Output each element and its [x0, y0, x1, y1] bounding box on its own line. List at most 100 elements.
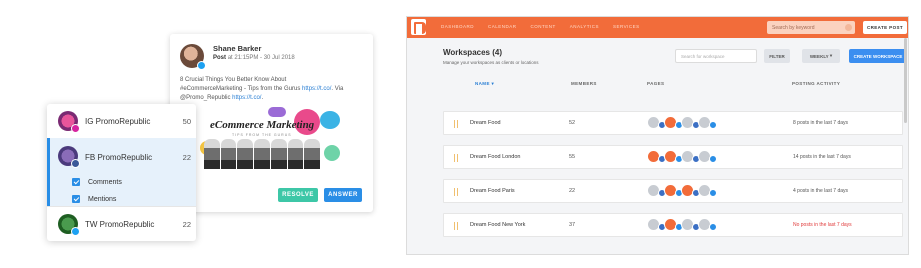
- column-header-members[interactable]: MEMBERS: [571, 81, 597, 86]
- workspace-members: 55: [569, 154, 576, 160]
- checkbox-checked-icon[interactable]: [72, 178, 80, 186]
- post-header: Shane Barker Post at 21:15PM - 30 Jul 20…: [180, 44, 295, 70]
- person-photo: [254, 139, 270, 169]
- answer-button[interactable]: ANSWER: [324, 188, 362, 202]
- page-title: Workspaces (4): [443, 48, 502, 57]
- post-link-2[interactable]: https://t.co/: [232, 95, 261, 101]
- resolve-button[interactable]: RESOLVE: [278, 188, 318, 202]
- column-header-activity[interactable]: POSTING ACTIVITY: [792, 81, 840, 86]
- promorepublic-logo-icon[interactable]: [411, 19, 426, 35]
- workspace-members: 22: [569, 188, 576, 194]
- person-photo: [270, 139, 287, 169]
- post-text-line1: 8 Crucial Things You Better Know About: [180, 77, 287, 83]
- person-photo: [237, 139, 254, 169]
- post-hashtag-text: #eCommerceMarketing - Tips from the Guru…: [180, 86, 303, 92]
- twitter-icon: [709, 223, 717, 231]
- person-photo: [220, 139, 237, 169]
- option-label: Comments: [88, 178, 122, 186]
- drag-handle-icon[interactable]: [454, 120, 460, 128]
- post-status: Post: [213, 55, 227, 61]
- twitter-icon: [709, 155, 717, 163]
- create-post-button[interactable]: CREATE POST: [863, 21, 907, 34]
- author-avatar[interactable]: [180, 44, 206, 70]
- workspace-pages: [647, 116, 717, 129]
- scrollbar[interactable]: [904, 38, 907, 123]
- drag-handle-icon[interactable]: [454, 154, 460, 162]
- post-subline: Post at 21:15PM - 30 Jul 2018: [213, 54, 295, 63]
- nav-services[interactable]: SERVICES: [613, 24, 640, 29]
- post-link-1[interactable]: https://t.co/: [302, 86, 331, 92]
- posting-activity: No posts in the last 7 days: [793, 222, 852, 228]
- period-select[interactable]: WEEKLY ▾: [802, 49, 840, 63]
- image-title: eCommerce Marketing: [210, 119, 315, 131]
- workspace-search-input[interactable]: Search for workspace: [675, 49, 757, 63]
- instagram-icon: [71, 124, 80, 133]
- decor-blob: [268, 107, 286, 117]
- option-label: Mentions: [88, 195, 117, 203]
- post-datetime: at 21:15PM - 30 Jul 2018: [227, 55, 295, 61]
- workspace-members: 37: [569, 222, 576, 228]
- twitter-icon: [709, 121, 717, 129]
- post-mention[interactable]: @Promo_Republic: [180, 95, 232, 101]
- posting-activity: 4 posts in the last 7 days: [793, 188, 849, 194]
- workspace-name[interactable]: Dream Food London: [470, 154, 520, 160]
- workspace-pages: [647, 218, 717, 231]
- nav-analytics[interactable]: ANALYTICS: [570, 24, 599, 29]
- post-image[interactable]: eCommerce Marketing TIPS FROM THE GURUS: [198, 105, 340, 202]
- table-row[interactable]: Dream Food Paris 22 4 posts in the last …: [443, 179, 903, 203]
- accounts-panel: IG PromoRepublic 50 FB PromoRepublic 22 …: [47, 104, 196, 241]
- image-people: [204, 139, 321, 169]
- column-header-name[interactable]: NAME ▾: [475, 81, 494, 87]
- account-name: TW PromoRepublic: [85, 220, 155, 229]
- account-name: IG PromoRepublic: [85, 117, 151, 126]
- twitter-icon: [197, 61, 206, 70]
- account-avatar: [58, 111, 80, 133]
- account-item-fb[interactable]: FB PromoRepublic 22 Comments Mentions: [47, 138, 196, 206]
- workspaces-app: DASHBOARD CALENDAR CONTENT ANALYTICS SER…: [406, 16, 909, 255]
- workspace-pages: [647, 184, 717, 197]
- nav-menu: DASHBOARD CALENDAR CONTENT ANALYTICS SER…: [441, 24, 640, 29]
- drag-handle-icon[interactable]: [454, 188, 460, 196]
- person-photo: [304, 139, 321, 169]
- account-item-ig[interactable]: IG PromoRepublic 50: [47, 104, 196, 138]
- nav-dashboard[interactable]: DASHBOARD: [441, 24, 474, 29]
- post-text: 8 Crucial Things You Better Know About #…: [180, 76, 365, 103]
- person-photo: [204, 139, 220, 169]
- page-subtitle: Manage your workspaces as clients or loc…: [443, 60, 539, 65]
- chevron-down-icon: ▾: [828, 53, 833, 58]
- create-workspace-button[interactable]: CREATE WORKSPACE: [849, 49, 907, 63]
- active-indicator: [47, 138, 50, 206]
- table-row[interactable]: Dream Food London 55 14 posts in the las…: [443, 145, 903, 169]
- table-row[interactable]: Dream Food New York 37 No posts in the l…: [443, 213, 903, 237]
- account-count: 22: [182, 220, 191, 229]
- period-value: WEEKLY: [809, 53, 829, 59]
- drag-handle-icon[interactable]: [454, 222, 460, 230]
- filter-button[interactable]: FILTER: [764, 49, 790, 63]
- table-row[interactable]: Dream Food 52 8 posts in the last 7 days: [443, 111, 903, 135]
- keyword-search-input[interactable]: Search by keyword: [767, 21, 855, 34]
- nav-content[interactable]: CONTENT: [531, 24, 556, 29]
- post-meta: Shane Barker Post at 21:15PM - 30 Jul 20…: [213, 44, 295, 68]
- post-text-line3: @Promo_Republic https://t.co/.: [180, 94, 365, 103]
- workspace-name[interactable]: Dream Food Paris: [470, 188, 515, 194]
- account-avatar: [58, 214, 80, 236]
- option-mentions[interactable]: Mentions: [72, 195, 116, 203]
- workspace-members: 52: [569, 120, 576, 126]
- account-count: 50: [182, 117, 191, 126]
- nav-calendar[interactable]: CALENDAR: [488, 24, 517, 29]
- post-author[interactable]: Shane Barker: [213, 44, 295, 54]
- account-item-tw[interactable]: TW PromoRepublic 22: [47, 207, 196, 241]
- account-name: FB PromoRepublic: [85, 153, 153, 162]
- posting-activity: 8 posts in the last 7 days: [793, 120, 849, 126]
- workspace-name[interactable]: Dream Food: [470, 120, 501, 126]
- option-comments[interactable]: Comments: [72, 178, 122, 186]
- account-avatar: [58, 146, 80, 168]
- person-photo: [287, 139, 304, 169]
- post-text-end: .: [261, 95, 264, 101]
- workspace-name[interactable]: Dream Food New York: [470, 222, 525, 228]
- search-icon[interactable]: [845, 24, 852, 31]
- decor-blob: [324, 145, 340, 161]
- checkbox-checked-icon[interactable]: [72, 195, 80, 203]
- workspace-pages: [647, 150, 717, 163]
- post-text-suffix: . Via: [331, 86, 344, 92]
